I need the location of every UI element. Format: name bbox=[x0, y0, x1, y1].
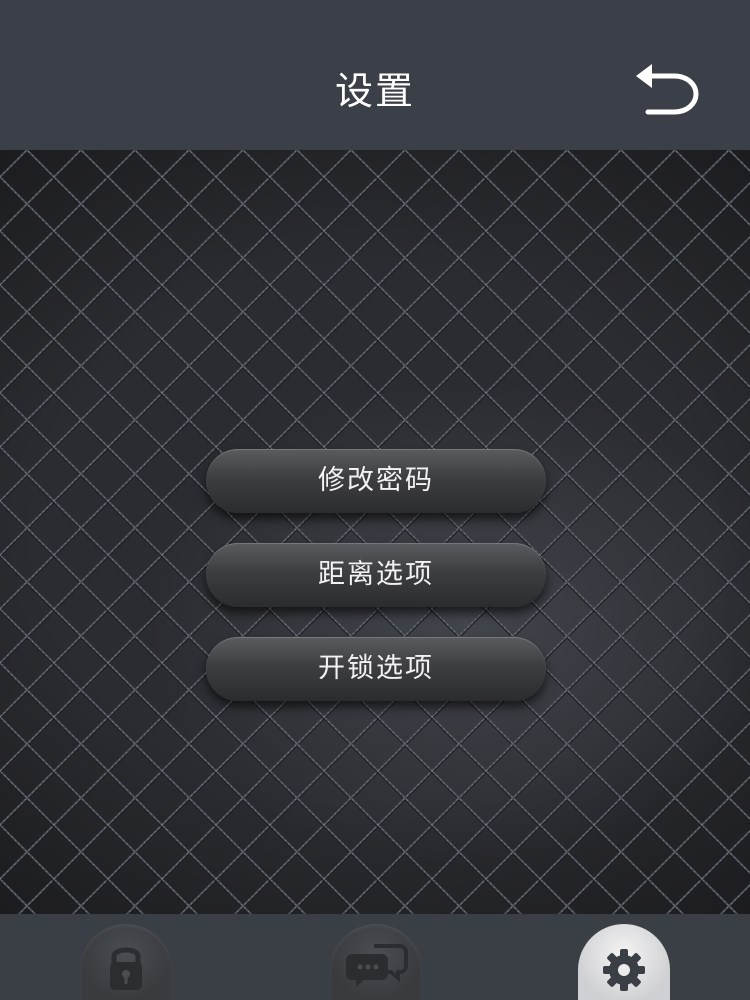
header-bar: 设置 bbox=[0, 0, 750, 150]
unlock-options-button[interactable]: 开锁选项 bbox=[206, 637, 546, 701]
back-button[interactable] bbox=[626, 58, 706, 122]
nav-chat-tab[interactable] bbox=[330, 924, 422, 1000]
distance-options-button[interactable]: 距离选项 bbox=[206, 543, 546, 607]
nav-lock-tab[interactable] bbox=[80, 924, 172, 1000]
chat-bubbles-icon bbox=[346, 944, 408, 987]
change-password-button[interactable]: 修改密码 bbox=[206, 449, 546, 513]
nav-settings-tab[interactable] bbox=[578, 924, 670, 1000]
gear-icon bbox=[603, 949, 645, 991]
bottom-nav bbox=[0, 914, 750, 1000]
quilted-background bbox=[0, 150, 750, 914]
lock-icon bbox=[110, 947, 142, 990]
settings-content: 修改密码 距离选项 开锁选项 bbox=[0, 150, 750, 914]
undo-arrow-icon bbox=[636, 64, 699, 115]
